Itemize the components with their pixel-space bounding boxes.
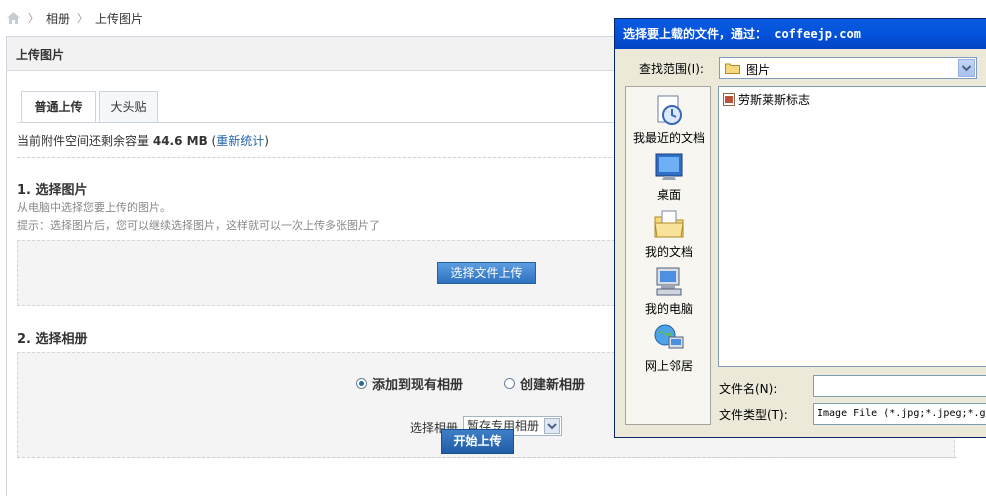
- look-in-value: 图片: [746, 63, 771, 77]
- image-file-icon: [723, 93, 735, 106]
- folder-icon: [725, 63, 740, 74]
- filetype-label: 文件类型(T):: [719, 408, 788, 422]
- radio-existing-label: 添加到现有相册: [372, 378, 464, 393]
- my-computer-icon: [656, 267, 682, 296]
- place-desktop[interactable]: 桌面: [626, 150, 712, 203]
- breadcrumb: 〉 相册 〉 上传图片: [6, 10, 143, 26]
- place-label: 我的电脑: [644, 302, 693, 316]
- radio-existing-album[interactable]: 添加到现有相册: [356, 374, 463, 393]
- place-label: 我最近的文档: [632, 131, 705, 145]
- file-upload-dialog: 选择要上载的文件，通过： coffeejp.com 查找范围(I): 图片 我最…: [614, 18, 986, 438]
- place-network[interactable]: 网上邻居: [626, 321, 712, 374]
- place-my-computer[interactable]: 我的电脑: [626, 264, 712, 317]
- look-in-label: 查找范围(I):: [639, 62, 704, 76]
- place-recent-documents[interactable]: 我最近的文档: [626, 93, 712, 146]
- start-upload-button[interactable]: 开始上传: [441, 429, 514, 454]
- radio-new-album[interactable]: 创建新相册: [504, 374, 585, 393]
- file-item[interactable]: 劳斯莱斯标志: [723, 91, 810, 108]
- breadcrumb-item-upload: 上传图片: [95, 11, 144, 26]
- dialog-title[interactable]: 选择要上载的文件，通过： coffeejp.com: [615, 19, 986, 49]
- my-documents-icon: [654, 210, 684, 238]
- tab-normal-upload[interactable]: 普通上传: [21, 91, 96, 123]
- place-label: 桌面: [656, 188, 681, 202]
- select-file-button[interactable]: 选择文件上传: [437, 262, 536, 284]
- tab-photo-sticker[interactable]: 大头贴: [99, 91, 158, 123]
- chevron-down-icon[interactable]: [544, 418, 560, 434]
- quota-paren: ): [264, 134, 269, 148]
- quota-value: 44.6 MB: [152, 134, 208, 148]
- place-label: 我的文档: [644, 245, 693, 259]
- step2-title: 2. 选择相册: [17, 332, 88, 347]
- look-in-dropdown[interactable]: 图片: [719, 57, 977, 79]
- file-list: 劳斯莱斯标志: [718, 86, 986, 367]
- breadcrumb-item-album[interactable]: 相册: [46, 10, 70, 27]
- home-icon[interactable]: [6, 11, 21, 25]
- filename-input[interactable]: [813, 375, 986, 397]
- storage-quota: 当前附件空间还剩余容量 44.6 MB (重新统计): [17, 132, 269, 149]
- places-bar: 我最近的文档 桌面 我的文档 我的电脑 网上邻居: [625, 86, 711, 425]
- recount-link[interactable]: 重新统计: [216, 134, 264, 148]
- network-icon: [654, 324, 684, 349]
- filetype-dropdown[interactable]: Image File (*.jpg;*.jpeg;*.g: [813, 403, 986, 425]
- divider: [17, 457, 957, 458]
- file-name: 劳斯莱斯标志: [738, 93, 811, 107]
- recent-documents-icon: [657, 95, 682, 125]
- quota-text: 当前附件空间还剩余容量: [17, 134, 150, 148]
- radio-unchecked-icon[interactable]: [504, 378, 515, 389]
- breadcrumb-separator: 〉: [77, 12, 89, 25]
- step1-desc: 从电脑中选择您要上传的图片。: [17, 201, 171, 214]
- step1-tip: 提示：选择图片后，您可以继续选择图片，这样就可以一次上传多张图片了: [17, 219, 380, 232]
- place-label: 网上邻居: [644, 359, 693, 373]
- chevron-down-icon[interactable]: [958, 59, 975, 77]
- breadcrumb-separator: 〉: [28, 12, 39, 25]
- place-my-documents[interactable]: 我的文档: [626, 207, 712, 260]
- desktop-icon: [655, 153, 683, 180]
- radio-new-label: 创建新相册: [520, 378, 586, 393]
- step1-title: 1. 选择图片: [17, 183, 88, 198]
- filename-label: 文件名(N):: [719, 382, 778, 396]
- radio-checked-icon[interactable]: [356, 378, 367, 389]
- panel-title: 上传图片: [16, 48, 65, 62]
